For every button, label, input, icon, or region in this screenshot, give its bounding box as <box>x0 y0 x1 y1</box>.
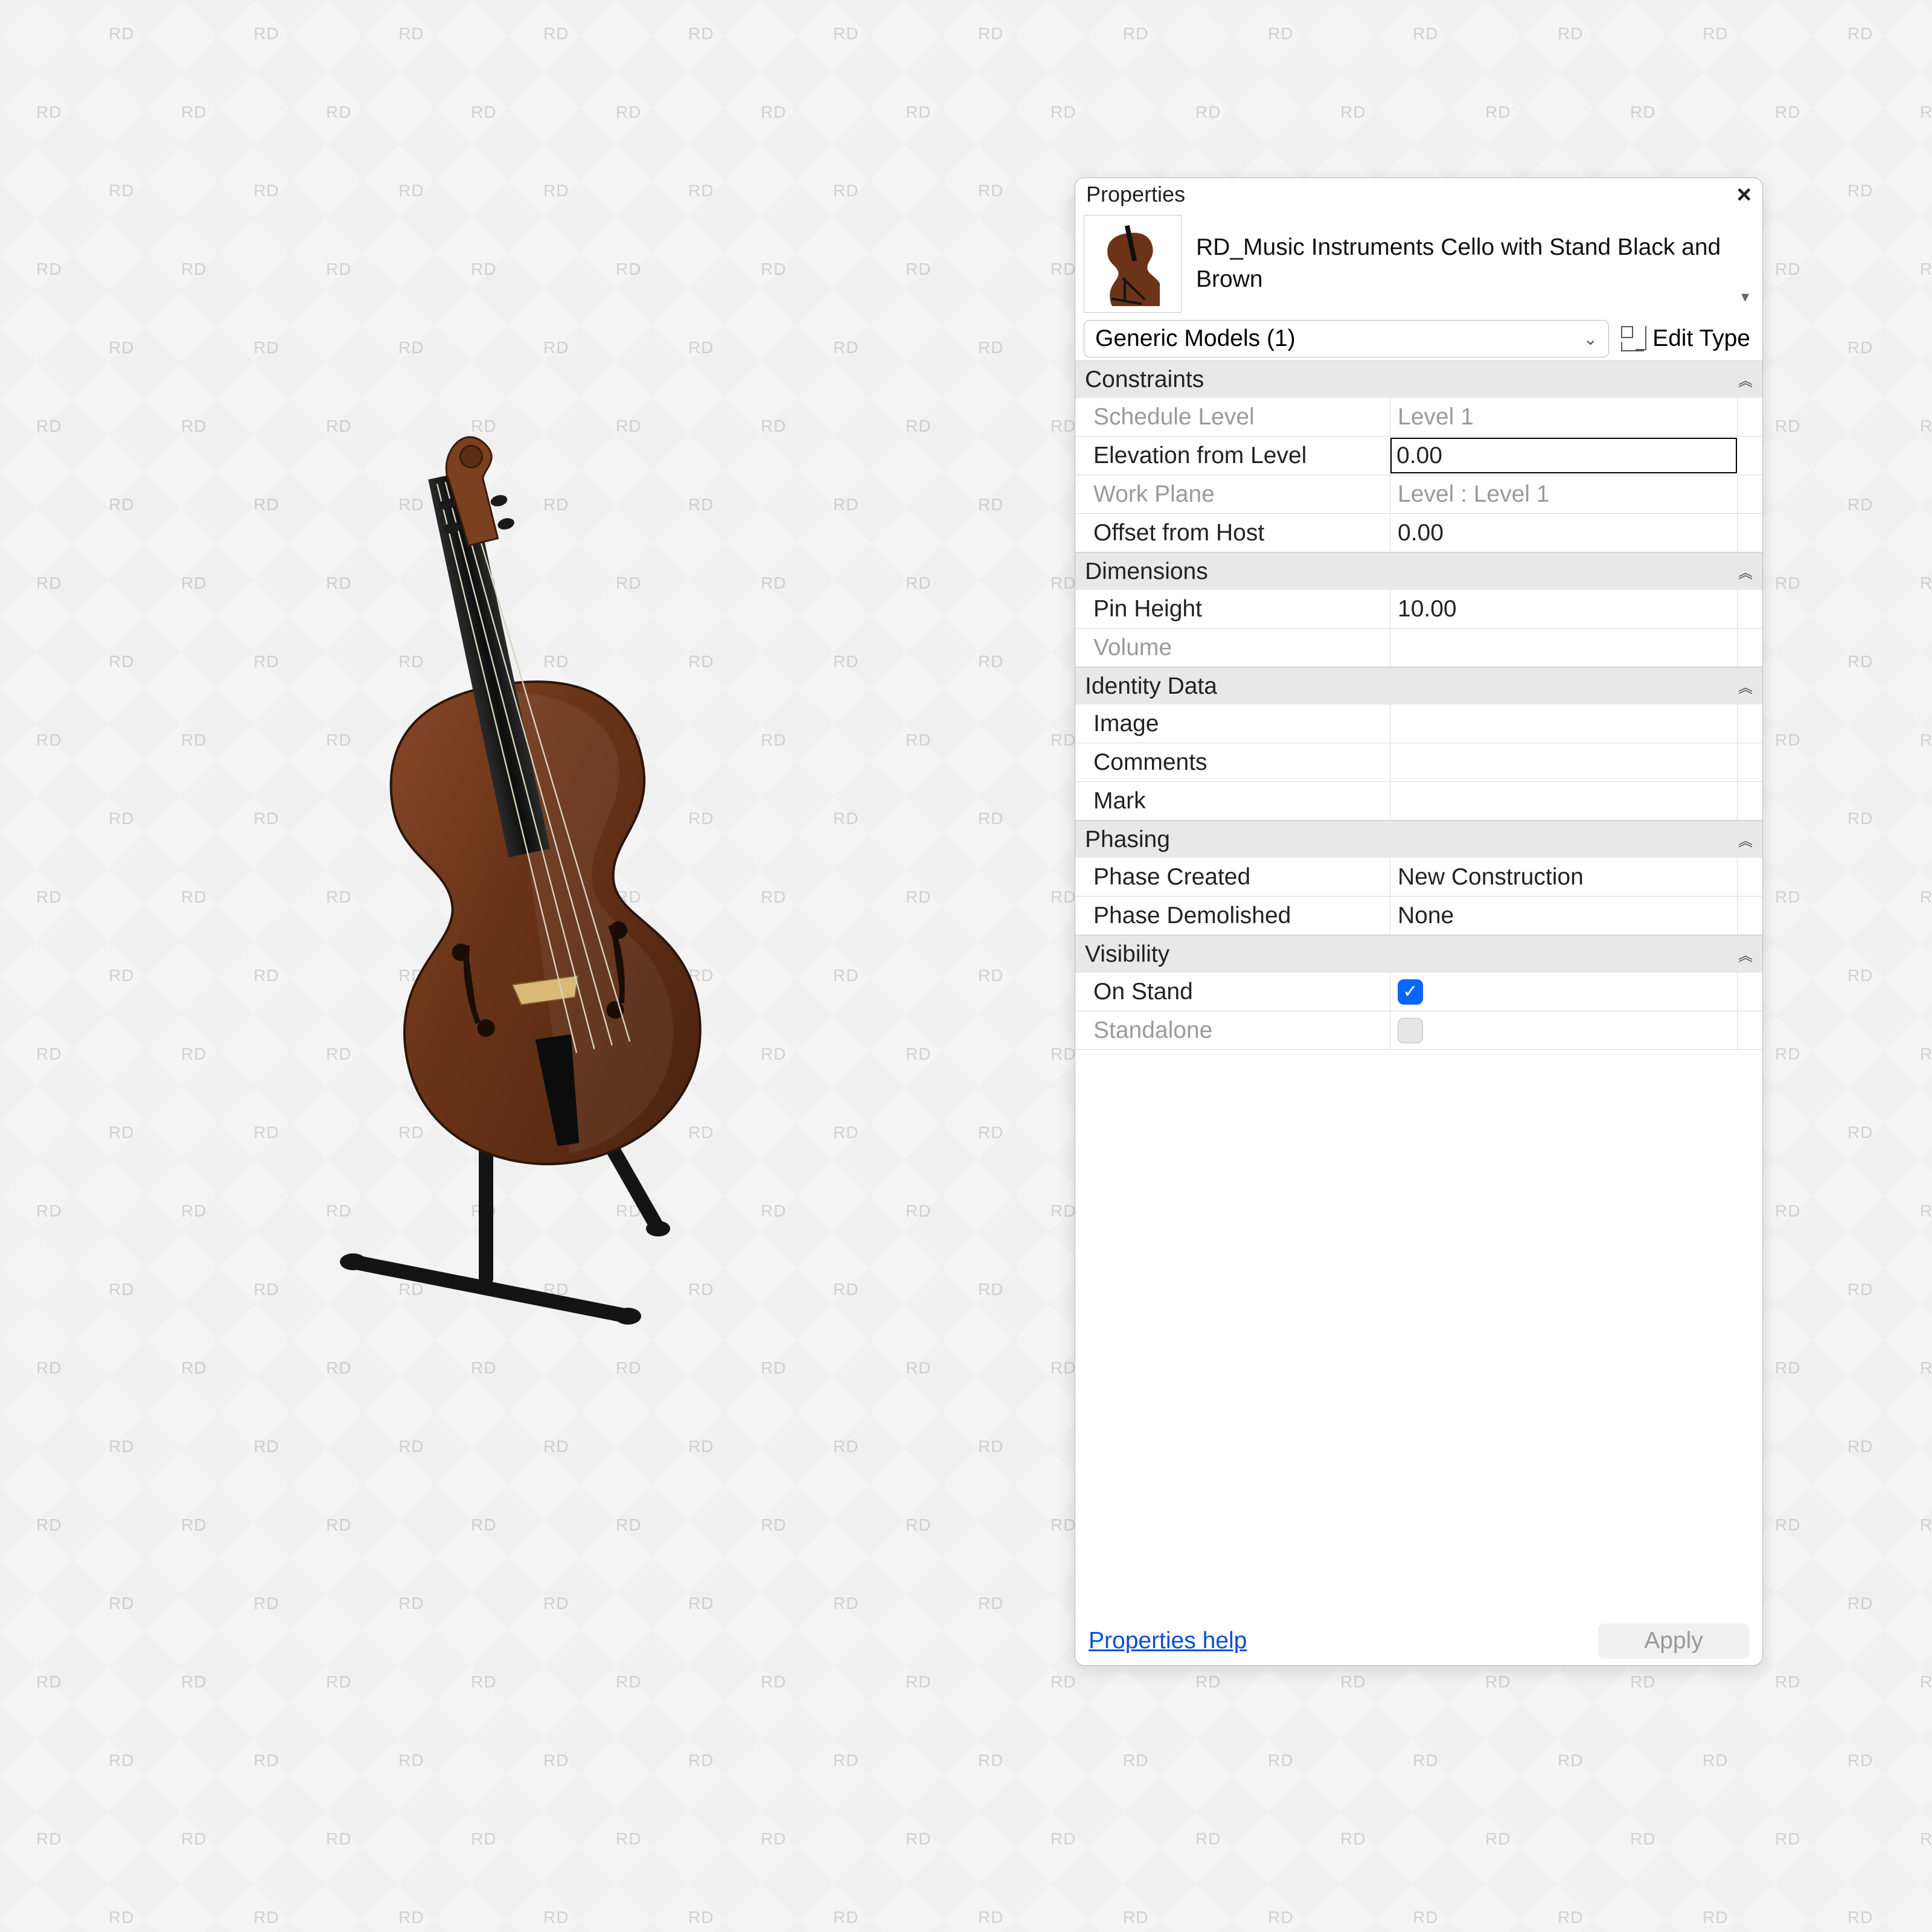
edit-type-button[interactable]: Edit Type <box>1617 320 1754 357</box>
checkbox-unchecked-icon: ✓ <box>1398 1018 1423 1043</box>
panel-title-text: Properties <box>1086 182 1185 207</box>
cell-trailing <box>1737 629 1762 667</box>
prop-label: Image <box>1075 705 1390 743</box>
prop-value-input[interactable]: 0.00 <box>1390 438 1737 473</box>
row-phase-demolished[interactable]: Phase Demolished None <box>1075 897 1762 935</box>
collapse-icon[interactable]: ︽ <box>1738 369 1753 390</box>
section-title: Constraints <box>1085 366 1204 393</box>
cell-trailing <box>1737 398 1762 436</box>
apply-button[interactable]: Apply <box>1598 1623 1749 1659</box>
row-image[interactable]: Image <box>1075 705 1762 743</box>
cell-trailing <box>1737 973 1762 1011</box>
section-dimensions[interactable]: Dimensions ︽ <box>1075 552 1762 590</box>
cell-trailing <box>1737 705 1762 743</box>
prop-value[interactable]: ✓ <box>1390 973 1762 1011</box>
cell-trailing <box>1737 590 1762 628</box>
checkbox-checked-icon[interactable]: ✓ <box>1398 979 1423 1005</box>
family-thumbnail <box>1084 215 1182 313</box>
collapse-icon[interactable]: ︽ <box>1738 829 1753 850</box>
cell-trailing <box>1737 858 1762 896</box>
section-constraints[interactable]: Constraints ︽ <box>1075 360 1762 398</box>
instance-selector-text: Generic Models (1) <box>1095 325 1296 352</box>
family-type-selector[interactable]: RD_Music Instruments Cello with Stand Bl… <box>1075 211 1762 317</box>
chevron-down-icon[interactable]: ▾ <box>1741 287 1749 306</box>
section-title: Identity Data <box>1085 673 1217 700</box>
panel-titlebar[interactable]: Properties × <box>1075 178 1762 211</box>
cell-trailing <box>1737 1011 1762 1049</box>
prop-label: Pin Height <box>1075 590 1390 628</box>
properties-help-link[interactable]: Properties help <box>1089 1628 1247 1654</box>
row-offset-from-host[interactable]: Offset from Host 0.00 <box>1075 514 1762 552</box>
close-icon[interactable]: × <box>1736 182 1751 207</box>
properties-body: Constraints ︽ Schedule Level Level 1 Ele… <box>1075 360 1762 1617</box>
prop-value[interactable] <box>1390 705 1762 743</box>
prop-label: Comments <box>1075 743 1390 781</box>
prop-value: Level 1 <box>1390 398 1762 436</box>
prop-label: Standalone <box>1075 1011 1390 1049</box>
row-phase-created[interactable]: Phase Created New Construction <box>1075 858 1762 897</box>
row-standalone: Standalone ✓ <box>1075 1011 1762 1050</box>
row-comments[interactable]: Comments <box>1075 743 1762 782</box>
prop-label: Mark <box>1075 782 1390 820</box>
row-mark[interactable]: Mark <box>1075 782 1762 820</box>
row-work-plane: Work Plane Level : Level 1 <box>1075 475 1762 514</box>
properties-panel: Properties × RD_Music Instruments Cello … <box>1075 178 1763 1666</box>
prop-value[interactable] <box>1390 782 1762 820</box>
section-visibility[interactable]: Visibility ︽ <box>1075 935 1762 973</box>
prop-value <box>1390 629 1762 667</box>
chevron-down-icon: ⌄ <box>1584 329 1598 349</box>
prop-value: Level : Level 1 <box>1390 475 1762 513</box>
prop-label: Phase Created <box>1075 858 1390 896</box>
panel-footer: Properties help Apply <box>1075 1617 1762 1665</box>
prop-label: On Stand <box>1075 973 1390 1011</box>
prop-label: Schedule Level <box>1075 398 1390 436</box>
section-title: Dimensions <box>1085 558 1208 585</box>
section-identity-data[interactable]: Identity Data ︽ <box>1075 667 1762 705</box>
row-schedule-level: Schedule Level Level 1 <box>1075 398 1762 437</box>
section-title: Phasing <box>1085 827 1170 853</box>
cell-trailing <box>1737 782 1762 820</box>
family-name-text: RD_Music Instruments Cello with Stand Bl… <box>1196 232 1727 295</box>
row-on-stand[interactable]: On Stand ✓ <box>1075 973 1762 1011</box>
prop-label: Offset from Host <box>1075 514 1390 552</box>
row-elevation-from-level[interactable]: Elevation from Level 0.00 <box>1075 437 1762 475</box>
collapse-icon[interactable]: ︽ <box>1738 676 1753 697</box>
cell-trailing <box>1737 897 1762 935</box>
prop-value[interactable] <box>1390 743 1762 781</box>
cello-preview <box>338 423 761 1328</box>
row-volume: Volume <box>1075 629 1762 667</box>
prop-label: Volume <box>1075 629 1390 667</box>
edit-type-label: Edit Type <box>1652 325 1750 352</box>
prop-value[interactable]: 0.00 <box>1390 514 1762 552</box>
prop-value[interactable]: New Construction <box>1390 858 1762 896</box>
prop-value: ✓ <box>1390 1011 1762 1049</box>
prop-label: Elevation from Level <box>1075 437 1390 475</box>
prop-label: Phase Demolished <box>1075 897 1390 935</box>
edit-type-icon <box>1621 326 1646 351</box>
section-phasing[interactable]: Phasing ︽ <box>1075 820 1762 858</box>
row-pin-height[interactable]: Pin Height 10.00 <box>1075 590 1762 629</box>
collapse-icon[interactable]: ︽ <box>1738 561 1753 582</box>
prop-value[interactable]: None <box>1390 897 1762 935</box>
instance-selector[interactable]: Generic Models (1) ⌄ <box>1084 320 1609 357</box>
prop-value[interactable]: 10.00 <box>1390 590 1762 628</box>
collapse-icon[interactable]: ︽ <box>1738 944 1753 965</box>
cell-trailing <box>1737 743 1762 781</box>
cell-trailing <box>1737 514 1762 552</box>
cell-trailing <box>1737 475 1762 513</box>
prop-label: Work Plane <box>1075 475 1390 513</box>
section-title: Visibility <box>1085 941 1169 968</box>
